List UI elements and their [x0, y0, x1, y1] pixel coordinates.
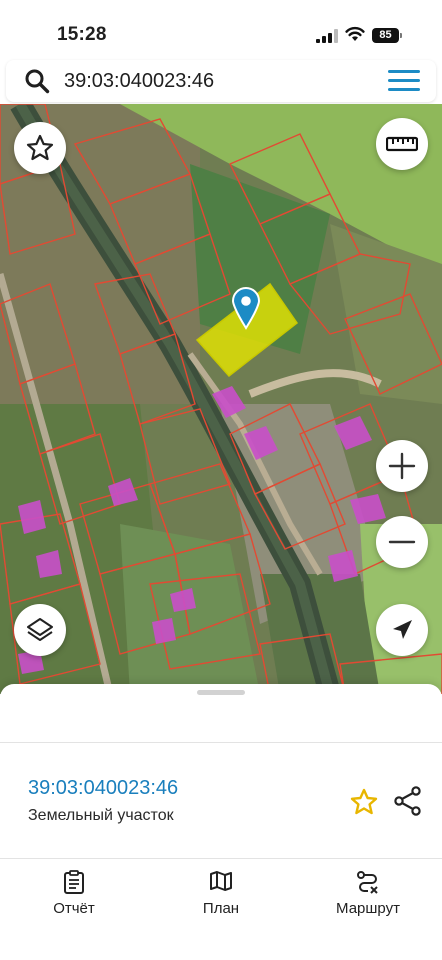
battery-indicator: 85 — [372, 28, 402, 43]
hamburger-menu-icon[interactable] — [388, 69, 420, 93]
search-icon[interactable] — [24, 68, 50, 94]
divider — [0, 742, 442, 743]
tab-plan[interactable]: План — [161, 868, 281, 920]
tab-plan-label: План — [202, 900, 240, 917]
sheet-drag-handle[interactable] — [197, 690, 245, 695]
search-input[interactable] — [64, 65, 364, 97]
tab-report[interactable]: Отчёт — [14, 868, 134, 920]
location-arrow-icon — [393, 620, 412, 639]
star-icon[interactable] — [349, 787, 379, 817]
layers-button[interactable] — [14, 604, 66, 656]
satellite-map[interactable] — [0, 104, 442, 694]
divider — [0, 858, 442, 859]
parcel-info-sheet[interactable]: 39:03:040023:46 Земельный участок Отчёт … — [0, 684, 442, 960]
tab-route-label: Маршрут — [336, 900, 400, 917]
star-icon — [26, 134, 54, 161]
zoom-in-button[interactable] — [376, 440, 428, 492]
ruler-icon — [386, 136, 418, 152]
zoom-out-icon — [388, 540, 416, 544]
zoom-out-button[interactable] — [376, 516, 428, 568]
wifi-icon — [345, 26, 365, 41]
status-bar: 15:28 85 — [0, 0, 442, 60]
cellular-signal-icon — [316, 29, 338, 43]
map-view[interactable] — [0, 104, 442, 694]
tab-route[interactable]: Маршрут — [308, 868, 428, 920]
parcel-cadastral-number[interactable]: 39:03:040023:46 — [28, 777, 178, 800]
route-icon — [357, 871, 378, 894]
favorite-button[interactable] — [14, 122, 66, 174]
zoom-in-icon — [388, 452, 416, 480]
my-location-button[interactable] — [376, 604, 428, 656]
layers-icon — [27, 618, 53, 641]
share-icon[interactable] — [394, 786, 422, 816]
status-time: 15:28 — [57, 24, 107, 45]
battery-level: 85 — [372, 28, 399, 43]
search-bar — [6, 60, 436, 102]
parcel-type-label: Земельный участок — [28, 807, 174, 824]
measure-button[interactable] — [376, 118, 428, 170]
clipboard-icon — [64, 870, 84, 894]
map-icon — [210, 871, 232, 891]
tab-report-label: Отчёт — [53, 900, 95, 917]
